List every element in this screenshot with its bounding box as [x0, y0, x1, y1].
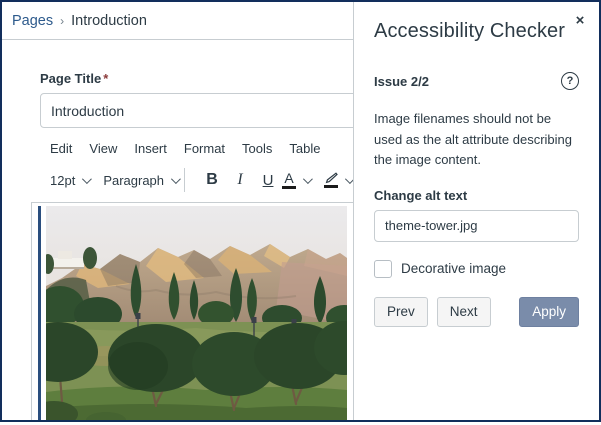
alt-text-input[interactable]: [374, 209, 579, 242]
highlight-color-button[interactable]: [324, 172, 353, 188]
decorative-checkbox-label: Decorative image: [401, 261, 507, 277]
breadcrumb-separator-icon: ›: [60, 13, 65, 28]
chevron-down-icon: [344, 173, 353, 184]
text-color-icon: A: [282, 170, 297, 189]
menu-table[interactable]: Table: [289, 141, 320, 156]
page-title-label-text: Page Title: [40, 71, 102, 86]
issue-header-row: Issue 2/2 ?: [374, 72, 579, 90]
paragraph-style-dropdown[interactable]: Paragraph: [103, 172, 181, 188]
panel-title: Accessibility Checker: [374, 20, 566, 42]
color-bar: [324, 185, 339, 188]
menu-insert[interactable]: Insert: [134, 141, 167, 156]
app-window: Pages › Introduction Page Title* Edit Vi…: [0, 0, 601, 422]
paragraph-style-value: Paragraph: [103, 172, 165, 188]
decorative-image-option[interactable]: Decorative image: [374, 259, 579, 278]
apply-button[interactable]: Apply: [519, 296, 579, 327]
next-button[interactable]: Next: [436, 296, 491, 327]
menu-edit[interactable]: Edit: [50, 141, 72, 156]
menu-tools[interactable]: Tools: [242, 141, 272, 156]
page-form: Page Title *: [2, 71, 353, 128]
decorative-checkbox[interactable]: [374, 259, 392, 278]
menu-view[interactable]: View: [89, 141, 117, 156]
help-icon[interactable]: ?: [561, 72, 579, 90]
breadcrumb: Pages › Introduction: [2, 2, 353, 40]
font-size-dropdown[interactable]: 12pt: [50, 172, 93, 188]
font-size-value: 12pt: [50, 172, 76, 188]
image-selection-bar: [38, 206, 41, 420]
text-color-letter: A: [284, 170, 294, 186]
accessibility-checker-panel: × Accessibility Checker Issue 2/2 ? Imag…: [353, 2, 599, 420]
breadcrumb-pages-link[interactable]: Pages: [12, 13, 53, 29]
required-asterisk: *: [103, 71, 109, 86]
panel-actions: Prev Next Apply: [374, 296, 579, 327]
color-bar: [282, 186, 297, 189]
highlighter-pen-icon: [324, 172, 339, 188]
editor-menubar: Edit View Insert Format Tools Table: [50, 141, 353, 156]
underline-button[interactable]: U: [254, 168, 282, 192]
editor-toolbar: 12pt Paragraph B I U A: [50, 167, 353, 193]
page-title-input[interactable]: [40, 93, 353, 128]
editor-content-image[interactable]: [46, 206, 347, 420]
breadcrumb-current: Introduction: [71, 12, 147, 29]
text-color-button[interactable]: A: [282, 170, 313, 189]
rich-content-editor[interactable]: [31, 202, 353, 420]
issue-description: Image filenames should not be used as th…: [374, 111, 573, 168]
italic-button[interactable]: I: [226, 168, 254, 192]
chevron-down-icon: [302, 173, 313, 184]
prev-button[interactable]: Prev: [374, 296, 428, 327]
chevron-down-icon: [82, 173, 93, 184]
chevron-down-icon: [170, 173, 181, 184]
issue-counter: Issue 2/2: [374, 73, 429, 89]
page-editor-pane: Pages › Introduction Page Title* Edit Vi…: [2, 2, 353, 420]
toolbar-divider: [184, 168, 186, 192]
close-icon[interactable]: ×: [571, 11, 589, 29]
page-title-label: Page Title *: [40, 71, 353, 86]
menu-format[interactable]: Format: [184, 141, 225, 156]
alt-text-label: Change alt text: [374, 187, 468, 203]
bold-button[interactable]: B: [198, 168, 226, 192]
